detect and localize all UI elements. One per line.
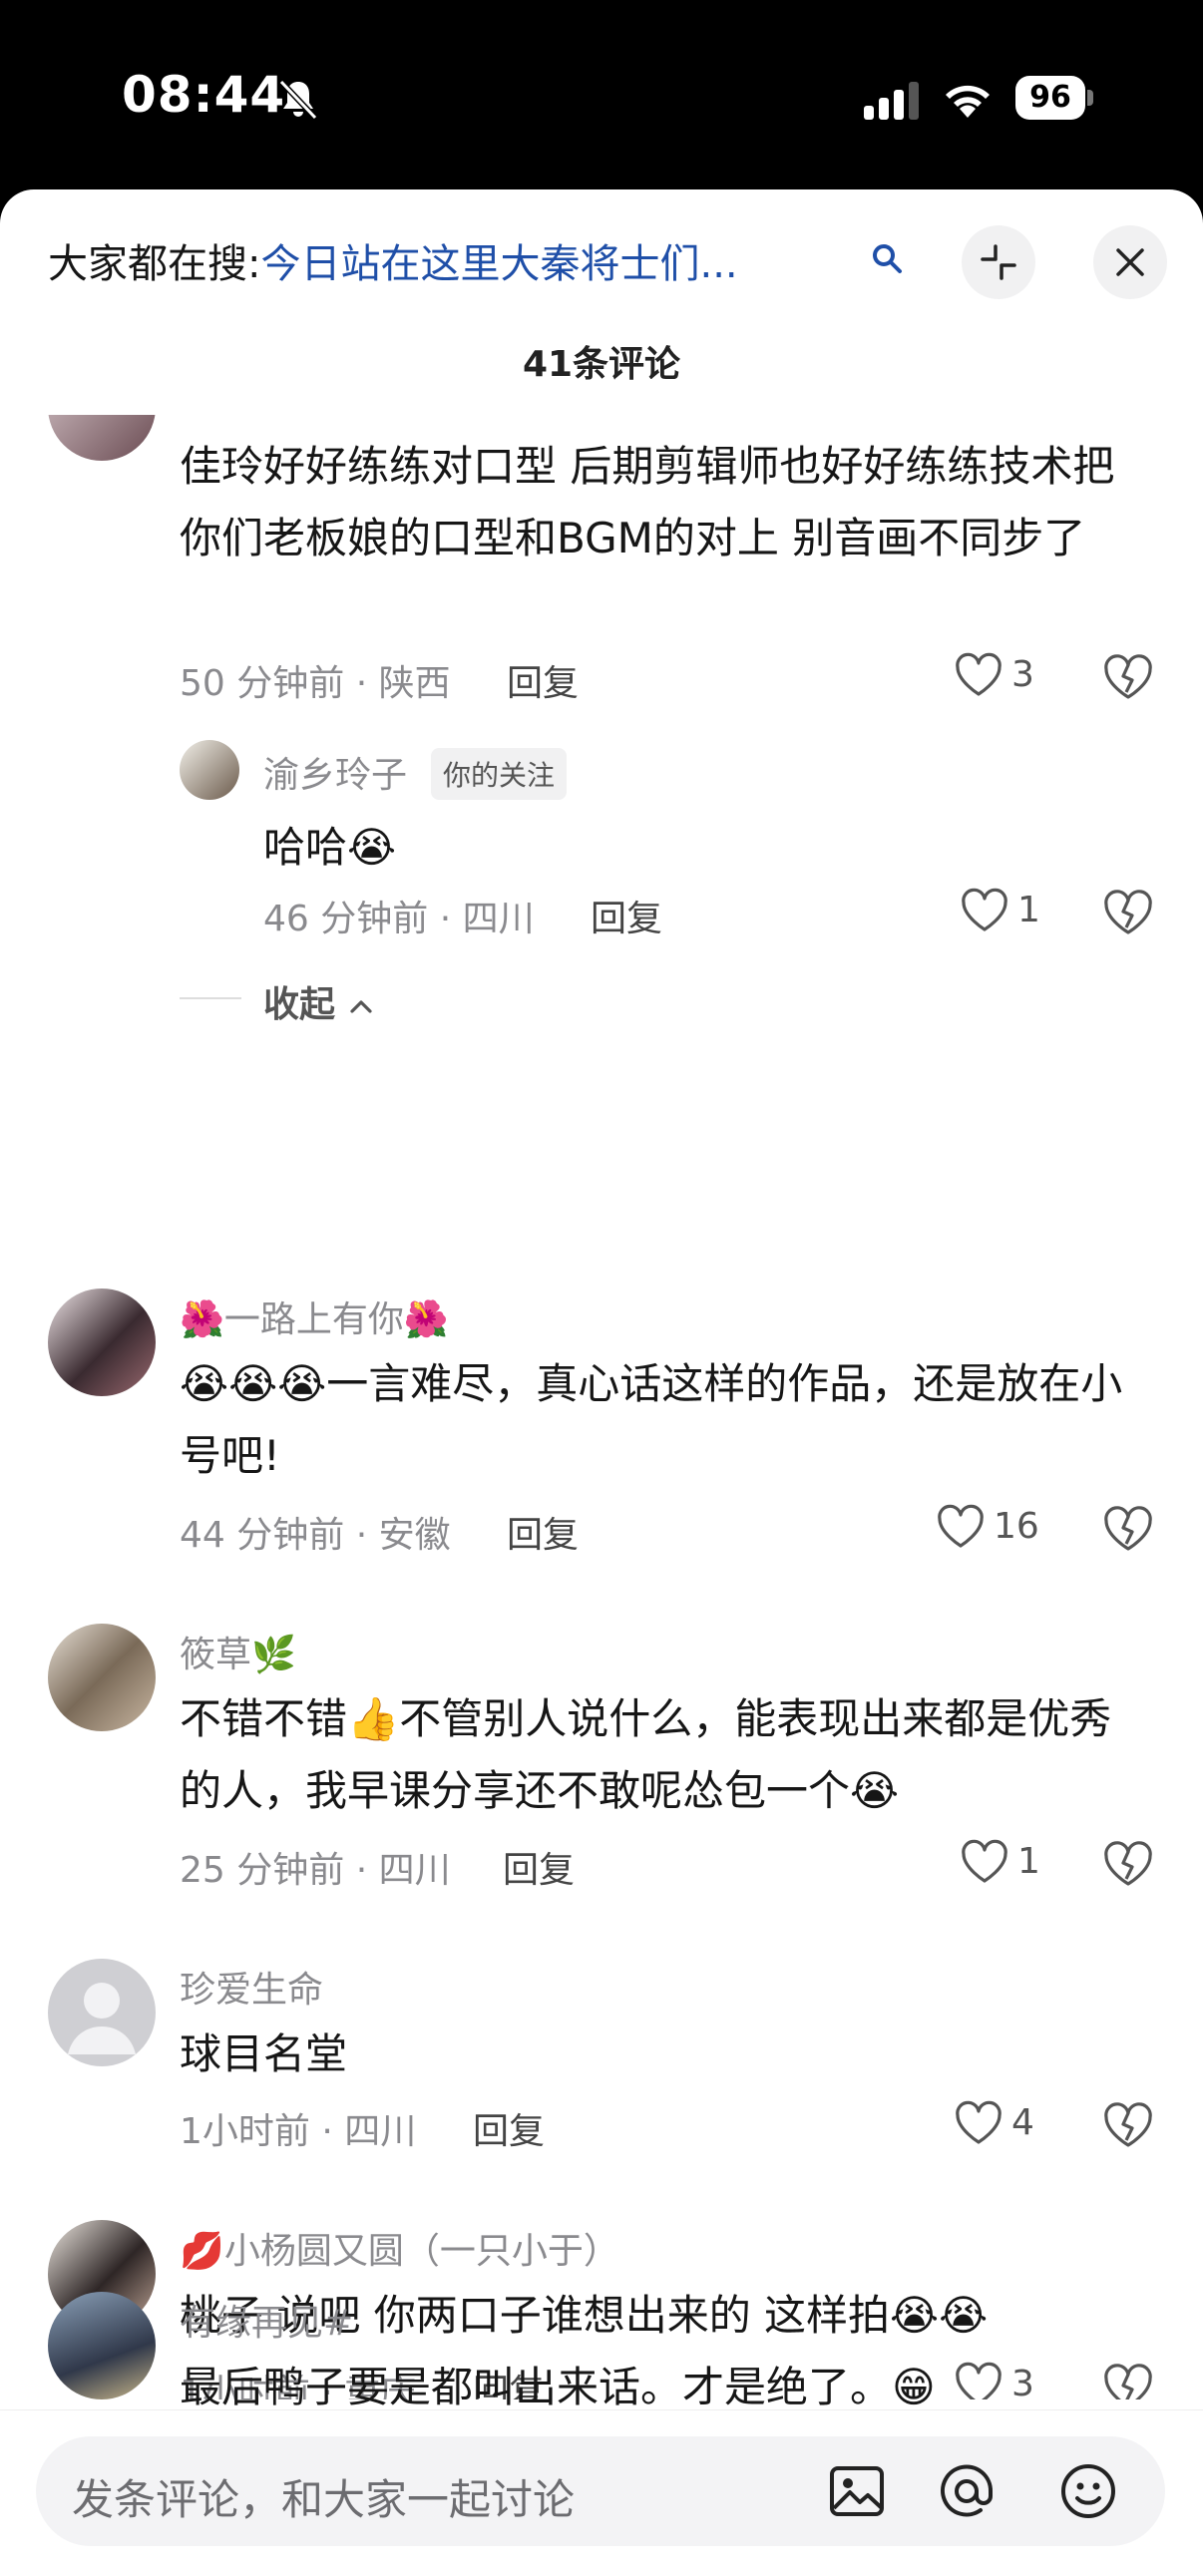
comment-meta: 1小时前 · 四川 [180,2111,417,2152]
reply-button[interactable]: 回复 [473,2364,545,2399]
like-count: 3 [1011,2364,1034,2399]
collapse-button[interactable] [962,225,1035,299]
reply-button[interactable]: 回复 [503,1841,575,1893]
search-suggestion[interactable]: 大家都在搜:今日站在这里大秦将士们... [48,231,738,289]
like-button[interactable]: 16 [936,1500,1095,1560]
like-button[interactable]: 3 [954,2358,1113,2399]
avatar[interactable] [48,415,156,461]
broken-heart-icon[interactable] [1101,2362,1155,2399]
like-count: 1 [1017,890,1040,930]
comment-text: 不错不错👍不管别人说什么，能表现出来都是优秀的人，我早课分享还不敢呢怂包一个😭 [180,1694,1112,1815]
comment-username[interactable]: 筱草🌿 [180,1626,296,1677]
comment-username[interactable]: 💋小杨圆又圆（一只小于） [180,2222,619,2274]
like-count: 1 [1017,1841,1040,1882]
heart-icon [956,2100,1002,2144]
default-avatar[interactable] [48,1959,156,2066]
search-icon[interactable] [870,241,904,275]
broken-heart-icon[interactable] [1101,888,1155,937]
like-count: 4 [1011,2102,1034,2143]
status-time: 08:44 [122,66,286,124]
comment-username[interactable]: 珍爱生命 [180,1961,323,2013]
search-query[interactable]: 今日站在这里大秦将士们... [260,241,737,287]
battery-indicator: 96 [1015,76,1093,120]
like-button[interactable]: 1 [960,884,1119,943]
comment-input-bar: 发条评论，和大家一起讨论 [0,2409,1203,2576]
battery-level: 96 [1015,76,1085,120]
reply-avatar[interactable] [180,740,239,800]
comment-input-placeholder: 发条评论，和大家一起讨论 [72,2475,576,2524]
like-button[interactable]: 4 [954,2096,1113,2156]
reply-username[interactable]: 渝乡玲子 [263,746,407,798]
comment-meta: 25 分钟前 · 四川 [180,1850,451,1891]
collapse-icon [981,244,1016,280]
comment-text: 球目名堂 [180,2029,348,2078]
collapse-replies-button[interactable]: 收起 [263,975,374,1027]
broken-heart-icon[interactable] [1101,2100,1155,2150]
wifi-icon [946,85,990,118]
following-tag: 你的关注 [431,748,568,800]
avatar[interactable] [48,1624,156,1731]
chevron-up-icon [349,1000,372,1013]
avatar[interactable] [48,1288,156,1396]
search-prefix: 大家都在搜: [48,241,261,287]
heart-icon [962,888,1007,931]
image-icon[interactable] [824,2460,890,2522]
status-bar: 08:44 96 [0,0,1203,189]
reply-meta: 46 分钟前 · 四川 [263,899,535,939]
like-button[interactable]: 3 [954,648,1113,708]
comment-input[interactable]: 发条评论，和大家一起讨论 [36,2436,1165,2546]
reply-button[interactable]: 回复 [591,890,662,941]
close-button[interactable] [1093,225,1167,299]
heart-icon [956,2362,1002,2399]
broken-heart-icon[interactable] [1101,1504,1155,1554]
reply-button[interactable]: 回复 [507,654,579,706]
like-count: 3 [1011,654,1034,695]
reply-button[interactable]: 回复 [473,2102,545,2154]
heart-icon [962,1839,1007,1883]
like-button[interactable]: 1 [960,1835,1119,1895]
broken-heart-icon[interactable] [1101,652,1155,702]
at-icon[interactable] [934,2460,1000,2522]
comment-meta: 50 分钟前 · 陕西 [180,663,451,704]
comment-meta: 44 分钟前 · 安徽 [180,1515,451,1556]
reply-button[interactable]: 回复 [507,1506,579,1558]
reply-text: 哈哈😭 [263,823,397,872]
broken-heart-icon[interactable] [1101,1839,1155,1889]
comment-list[interactable]: 佳玲好好练练对口型 后期剪辑师也好好练练技术把你们老板娘的口型和BGM的对上 别… [0,415,1203,2399]
battery-nub [1087,90,1093,106]
avatar[interactable] [48,2220,156,2328]
comment-text: 佳玲好好练练对口型 后期剪辑师也好好练练技术把你们老板娘的口型和BGM的对上 别… [180,442,1115,562]
close-icon [1116,248,1144,276]
comment-text: 😭😭😭一言难尽，真心话这样的作品，还是放在小号吧! [180,1359,1123,1480]
user-silhouette-icon [68,1983,136,2054]
comments-sheet: 大家都在搜:今日站在这里大秦将士们... 41条评论 佳玲好好练练对口型 后期剪… [0,189,1203,2575]
comment-username[interactable]: 🌺一路上有你🌺 [180,1290,449,1342]
collapse-divider [180,997,241,999]
heart-icon [938,1504,984,1548]
signal-icon [864,82,919,120]
comment-count: 41条评论 [522,344,681,385]
comment-meta: 1小时前 · 重庆 [180,2373,417,2399]
comment-text: 桃子 说吧 你两口子谁想出来的 这样拍😭😭 [180,2291,989,2340]
bell-slash-icon [278,79,318,121]
collapse-label: 收起 [263,984,336,1025]
emoji-icon[interactable] [1055,2460,1121,2522]
heart-icon [956,652,1002,696]
like-count: 16 [994,1506,1039,1547]
